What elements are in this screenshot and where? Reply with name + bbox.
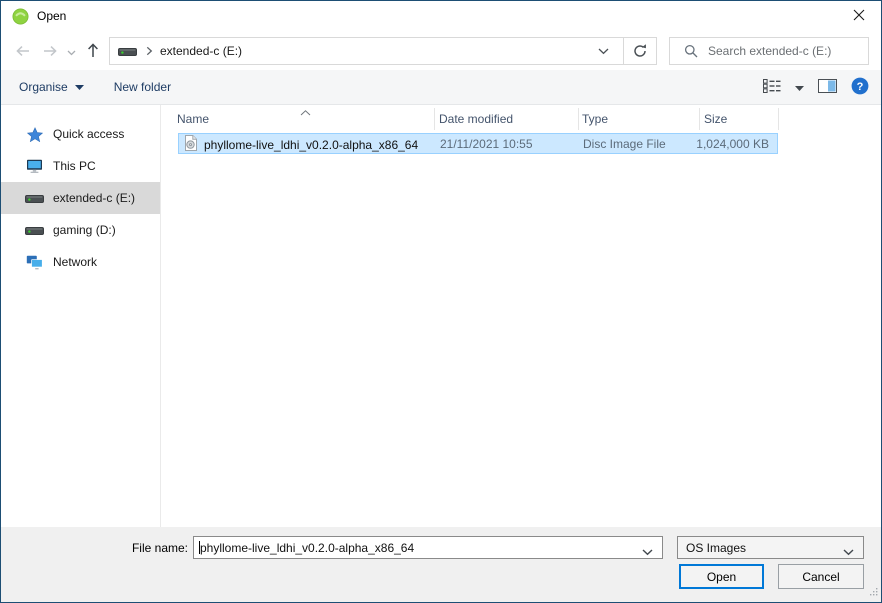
resize-grip[interactable]: [868, 586, 879, 600]
breadcrumb[interactable]: extended-c (E:): [160, 44, 242, 58]
chevron-down-icon: [795, 86, 804, 91]
chevron-down-icon: [75, 85, 84, 90]
file-name-input[interactable]: [200, 537, 630, 558]
column-header-name[interactable]: Name: [177, 112, 209, 126]
monitor-icon: [25, 159, 44, 174]
search-input[interactable]: Search extended-c (E:): [669, 37, 869, 65]
up-button[interactable]: [81, 43, 105, 61]
column-header-type[interactable]: Type: [582, 112, 608, 126]
forward-button[interactable]: [38, 43, 62, 61]
chevron-down-icon: [642, 549, 653, 556]
column-separator[interactable]: [578, 108, 579, 130]
command-bar: Organise New folder: [1, 70, 881, 105]
file-name-label: File name:: [91, 541, 188, 555]
open-button[interactable]: Open: [679, 564, 764, 589]
drive-icon: [118, 45, 137, 57]
address-bar[interactable]: extended-c (E:): [109, 37, 657, 65]
column-separator[interactable]: [699, 108, 700, 130]
network-icon: [25, 255, 44, 270]
open-dialog: Open: [0, 0, 882, 603]
drive-icon: [25, 224, 44, 236]
help-button[interactable]: ?: [851, 77, 869, 98]
star-icon: [25, 127, 44, 142]
main-area: Quick access This PC: [1, 105, 881, 527]
footer-bar: File name: OS Images Open Cancel: [1, 527, 881, 602]
svg-text:?: ?: [857, 81, 864, 93]
sidebar-item-this-pc[interactable]: This PC: [1, 150, 160, 182]
file-type-cell: Disc Image File: [583, 137, 666, 151]
breadcrumb-chevron-icon: [146, 46, 153, 56]
back-arrow-icon: [14, 43, 31, 62]
sidebar-item-label: Quick access: [53, 127, 124, 141]
file-size-cell: 1,024,000 KB: [696, 137, 769, 151]
file-row[interactable]: phyllome-live_ldhi_v0.2.0-alpha_x86_64 2…: [178, 133, 778, 154]
sort-ascending-icon: [300, 105, 311, 119]
cancel-button[interactable]: Cancel: [778, 564, 864, 589]
file-type-select[interactable]: OS Images: [677, 536, 864, 559]
window-title: Open: [37, 9, 66, 23]
search-placeholder: Search extended-c (E:): [708, 44, 831, 58]
file-type-selected: OS Images: [686, 541, 746, 555]
search-icon: [684, 44, 698, 58]
open-button-label: Open: [707, 570, 736, 584]
chevron-down-icon: [67, 45, 76, 59]
app-icon: [12, 8, 29, 25]
address-dropdown-button[interactable]: [583, 38, 623, 64]
disc-image-file-icon: [184, 135, 197, 154]
title-bar: Open: [1, 1, 881, 32]
file-date-cell: 21/11/2021 10:55: [440, 137, 533, 151]
help-icon: ?: [851, 77, 869, 95]
close-button[interactable]: [836, 1, 881, 32]
recent-locations-button[interactable]: [63, 43, 79, 61]
preview-pane-icon[interactable]: [818, 79, 837, 96]
back-button[interactable]: [10, 43, 34, 61]
sidebar-item-label: extended-c (E:): [53, 191, 135, 205]
forward-arrow-icon: [42, 43, 59, 62]
up-arrow-icon: [85, 42, 101, 62]
cancel-button-label: Cancel: [802, 570, 839, 584]
column-separator[interactable]: [778, 108, 779, 130]
column-header-date-modified[interactable]: Date modified: [439, 112, 513, 126]
chevron-down-icon: [598, 48, 609, 55]
file-name-cell: phyllome-live_ldhi_v0.2.0-alpha_x86_64: [184, 135, 418, 154]
sidebar-item-extended-c[interactable]: extended-c (E:): [1, 182, 160, 214]
close-icon: [853, 9, 865, 24]
file-name-dropdown-button[interactable]: [642, 545, 653, 559]
refresh-icon: [632, 43, 648, 59]
column-header-size[interactable]: Size: [704, 112, 727, 126]
sidebar-item-quick-access[interactable]: Quick access: [1, 118, 160, 150]
view-dropdown-button[interactable]: [795, 80, 804, 94]
organise-label: Organise: [19, 80, 68, 94]
file-name-input-wrap: [193, 536, 663, 559]
navigation-pane: Quick access This PC: [1, 105, 161, 527]
refresh-button[interactable]: [623, 38, 656, 64]
file-list: Name Date modified Type Size: [162, 105, 881, 527]
new-folder-button[interactable]: New folder: [114, 80, 171, 94]
navigation-bar: extended-c (E:) Search ex: [1, 32, 881, 70]
sidebar-item-label: This PC: [53, 159, 96, 173]
details-view-icon[interactable]: [763, 79, 781, 96]
organise-button[interactable]: Organise: [19, 80, 84, 94]
sidebar-item-network[interactable]: Network: [1, 246, 160, 278]
column-separator[interactable]: [434, 108, 435, 130]
sidebar-item-label: Network: [53, 255, 97, 269]
column-headers: Name Date modified Type Size: [162, 105, 881, 131]
file-name-text: phyllome-live_ldhi_v0.2.0-alpha_x86_64: [204, 138, 418, 152]
chevron-down-icon: [843, 545, 854, 559]
drive-icon: [25, 192, 44, 204]
sidebar-item-gaming[interactable]: gaming (D:): [1, 214, 160, 246]
sidebar-item-label: gaming (D:): [53, 223, 116, 237]
new-folder-label: New folder: [114, 80, 171, 94]
